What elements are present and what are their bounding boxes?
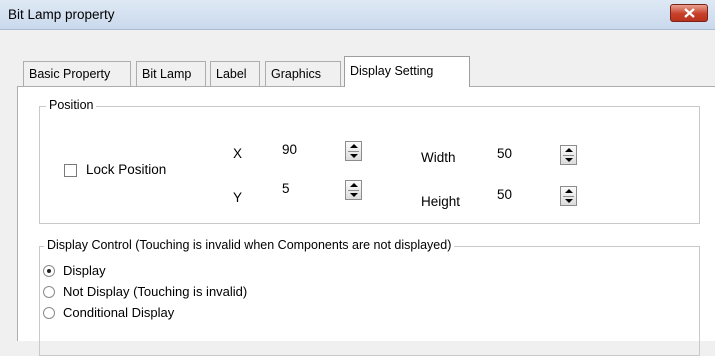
tab-label[interactable]: Label [210,61,260,86]
width-spin-buttons[interactable] [560,145,577,165]
y-label: Y [233,190,243,205]
lock-position-checkbox[interactable] [64,164,77,177]
spin-down-icon [565,199,573,203]
conditional-display-option-label: Conditional Display [63,305,175,320]
title-bar: Bit Lamp property [0,0,715,30]
y-spin-buttons[interactable] [345,180,362,200]
tab-label: Graphics [271,67,322,81]
height-spinbox[interactable]: 50 [493,183,583,212]
display-option-label: Display [63,263,106,278]
spin-up-icon [565,189,573,193]
not-display-radio[interactable] [43,286,55,298]
x-label: X [233,146,243,161]
window-title: Bit Lamp property [8,7,115,22]
tab-display-setting[interactable]: Display Setting [344,56,470,87]
x-spin-buttons[interactable] [345,141,362,161]
close-button[interactable] [670,4,708,22]
height-value: 50 [497,187,513,202]
display-control-legend: Display Control (Touching is invalid whe… [44,238,455,252]
width-spinbox[interactable]: 50 [493,142,583,171]
spin-up-icon [350,144,358,148]
tab-label: Bit Lamp [142,67,192,81]
spin-down-icon [350,154,358,158]
tab-label: Basic Property [29,67,111,81]
height-spin-buttons[interactable] [560,186,577,206]
conditional-display-radio[interactable] [43,307,55,319]
close-icon [684,8,695,18]
tab-label: Label [216,67,247,81]
spin-down-icon [565,158,573,162]
height-label: Height [421,194,461,209]
lock-position-label: Lock Position [86,162,167,177]
position-group-legend: Position [46,98,97,112]
width-label: Width [421,150,456,165]
width-value: 50 [497,146,513,161]
x-spinbox[interactable]: 90 [278,138,368,167]
tab-basic-property[interactable]: Basic Property [23,61,131,86]
tab-label: Display Setting [350,64,434,78]
tab-graphics[interactable]: Graphics [265,61,341,86]
tab-panel-display-setting: Position Lock Position X 90 Y 5 Width 50… [17,86,715,356]
display-radio[interactable] [43,265,55,277]
spin-up-icon [565,148,573,152]
tab-bit-lamp[interactable]: Bit Lamp [136,61,206,86]
x-value: 90 [282,142,298,157]
y-value: 5 [282,181,290,196]
spin-up-icon [350,183,358,187]
radio-selected-dot [47,269,51,273]
spin-down-icon [350,193,358,197]
y-spinbox[interactable]: 5 [278,177,368,206]
not-display-option-label: Not Display (Touching is invalid) [63,284,248,299]
